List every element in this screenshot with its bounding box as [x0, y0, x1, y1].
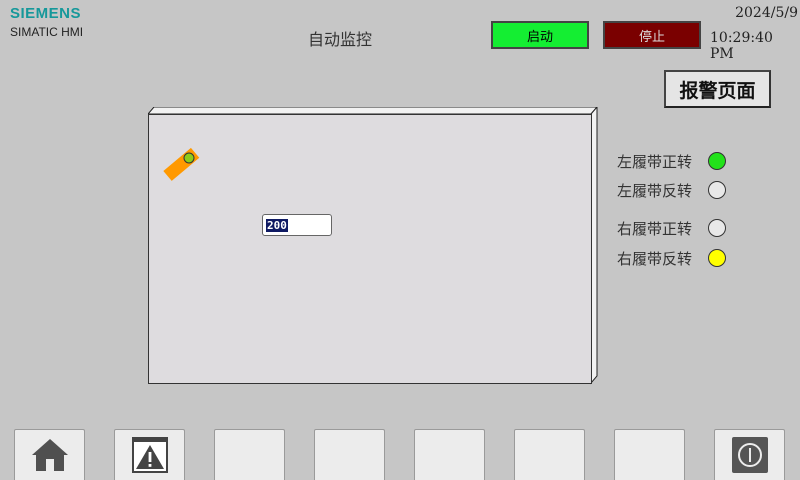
screen-title: 自动监控 — [307, 30, 372, 49]
monitor-panel-frame — [148, 107, 598, 385]
stop-button[interactable]: 停止 — [603, 21, 701, 49]
nav-button-7[interactable] — [614, 429, 685, 480]
nav-button-5[interactable] — [414, 429, 485, 480]
nav-button-3[interactable] — [214, 429, 285, 480]
monitor-panel — [148, 107, 600, 387]
indicator-label: 右履带反转 — [617, 249, 693, 268]
indicator-left-forward: 左履带正转 — [617, 150, 726, 172]
siemens-brand: SIEMENS SIMATIC HMI — [10, 5, 83, 39]
indicator-label: 右履带正转 — [617, 219, 693, 238]
alarm-warning-icon — [131, 437, 168, 473]
product-name: SIMATIC HMI — [10, 25, 84, 39]
nav-button-6[interactable] — [514, 429, 585, 480]
indicator-label: 左履带反转 — [617, 181, 693, 200]
belt-value: 200 — [266, 218, 288, 232]
indicator-right-reverse: 右履带反转 — [617, 247, 726, 269]
indicator-label: 左履带正转 — [617, 152, 693, 171]
indicator-right-forward: 右履带正转 — [617, 217, 726, 239]
indicator-left-reverse: 左履带反转 — [617, 179, 726, 201]
alarm-page-button[interactable]: 报警页面 — [664, 70, 771, 108]
nav-home-button[interactable] — [14, 429, 85, 480]
status-lamp — [708, 219, 726, 237]
nav-power-button[interactable] — [714, 429, 785, 480]
start-button[interactable]: 启动 — [491, 21, 589, 49]
status-lamp — [708, 152, 726, 170]
clock-date: 2024/5/9 — [735, 5, 798, 21]
belt-value-display[interactable]: 200 — [262, 214, 332, 236]
siemens-logo: SIEMENS — [10, 5, 82, 22]
clock-time: 10:29:40 PM — [710, 30, 773, 62]
nav-alarm-button[interactable] — [114, 429, 185, 480]
status-lamp — [708, 249, 726, 267]
belt-sensor-lamp — [183, 152, 195, 164]
nav-button-4[interactable] — [314, 429, 385, 480]
power-icon — [731, 437, 768, 473]
home-icon — [31, 439, 68, 471]
status-lamp — [708, 181, 726, 199]
